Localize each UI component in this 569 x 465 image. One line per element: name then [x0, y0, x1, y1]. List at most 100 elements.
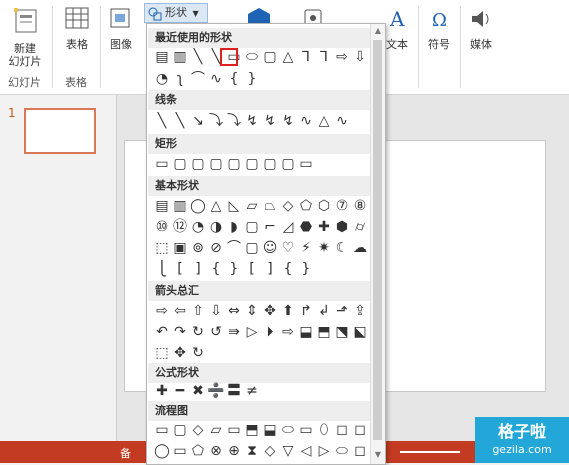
- shape-option[interactable]: ⅂: [315, 48, 333, 66]
- shape-option[interactable]: ♡: [279, 239, 297, 257]
- shape-option[interactable]: ⤵: [225, 112, 243, 130]
- shape-option[interactable]: ⑫: [171, 218, 189, 236]
- image-button[interactable]: 图像: [104, 6, 138, 51]
- shape-option[interactable]: ▢: [261, 155, 279, 173]
- shape-option[interactable]: ⬕: [351, 323, 369, 341]
- shape-option[interactable]: ⬭: [333, 442, 351, 460]
- shape-option[interactable]: ⬒: [315, 323, 333, 341]
- shape-option[interactable]: ━: [171, 382, 189, 400]
- shape-option[interactable]: }: [297, 260, 315, 278]
- shape-option[interactable]: ∿: [333, 112, 351, 130]
- shape-option[interactable]: ◇: [261, 442, 279, 460]
- shape-option[interactable]: ⬔: [333, 323, 351, 341]
- shape-option[interactable]: ⌒: [225, 239, 243, 257]
- shape-option[interactable]: ◔: [153, 70, 171, 88]
- shape-option[interactable]: ◯: [189, 197, 207, 215]
- shape-option[interactable]: ⬆: [279, 302, 297, 320]
- shape-option[interactable]: ⊗: [207, 442, 225, 460]
- shape-option[interactable]: ⬚: [153, 344, 171, 362]
- shape-option[interactable]: △: [207, 197, 225, 215]
- shape-option[interactable]: ◻: [351, 421, 369, 439]
- scroll-up-arrow[interactable]: ▲: [373, 26, 383, 36]
- shape-option[interactable]: ▭: [297, 421, 315, 439]
- shape-option[interactable]: ↻: [189, 344, 207, 362]
- shape-option[interactable]: ▭: [153, 155, 171, 173]
- shape-option[interactable]: ➗: [207, 382, 225, 400]
- shape-option[interactable]: ⏢: [261, 197, 279, 215]
- shape-option[interactable]: ⇨: [333, 48, 351, 66]
- shape-option[interactable]: ▢: [189, 155, 207, 173]
- shape-option[interactable]: ⬓: [261, 421, 279, 439]
- shape-option[interactable]: ☾: [333, 239, 351, 257]
- shape-option[interactable]: ▽: [279, 442, 297, 460]
- shape-option[interactable]: ⊕: [225, 442, 243, 460]
- shape-option[interactable]: ∿: [207, 70, 225, 88]
- shape-option[interactable]: }: [243, 70, 261, 88]
- shape-option[interactable]: ▢: [207, 155, 225, 173]
- notes-button[interactable]: 备: [120, 445, 131, 461]
- shape-option[interactable]: ⌭: [351, 218, 369, 236]
- shape-option[interactable]: ⊘: [207, 239, 225, 257]
- shape-option[interactable]: ☁: [351, 239, 369, 257]
- shape-option[interactable]: △: [315, 112, 333, 130]
- shape-option[interactable]: ⇛: [225, 323, 243, 341]
- shapes-button[interactable]: 形状 ▼: [144, 3, 208, 23]
- shape-option[interactable]: ▱: [243, 197, 261, 215]
- shape-option[interactable]: [: [243, 260, 261, 278]
- shape-option[interactable]: ☺: [261, 239, 279, 257]
- shape-option[interactable]: ▤: [153, 197, 171, 215]
- shape-option[interactable]: ⬒: [243, 421, 261, 439]
- shape-option[interactable]: ⏵: [261, 323, 279, 341]
- shape-option[interactable]: ╲: [171, 112, 189, 130]
- shape-option[interactable]: ▢: [279, 155, 297, 173]
- shape-option[interactable]: ⬚: [153, 239, 171, 257]
- shape-option[interactable]: ▢: [171, 421, 189, 439]
- shape-option[interactable]: ◗: [225, 218, 243, 236]
- shape-option[interactable]: ⬢: [333, 218, 351, 236]
- shape-option[interactable]: ▢: [243, 239, 261, 257]
- shape-option[interactable]: ⅂: [297, 48, 315, 66]
- shape-option[interactable]: ⇦: [171, 302, 189, 320]
- shape-option[interactable]: ╲: [153, 112, 171, 130]
- shape-option[interactable]: ]: [189, 260, 207, 278]
- shape-option[interactable]: ⌐: [261, 218, 279, 236]
- shape-option[interactable]: ◔: [189, 218, 207, 236]
- shape-option[interactable]: ⑧: [351, 197, 369, 215]
- shape-option[interactable]: ▢: [243, 218, 261, 236]
- shape-option[interactable]: ✷: [315, 239, 333, 257]
- shape-option[interactable]: ⇩: [351, 48, 369, 66]
- shape-option[interactable]: ⑩: [153, 218, 171, 236]
- shape-option[interactable]: ]: [261, 260, 279, 278]
- shape-option[interactable]: ◁: [297, 442, 315, 460]
- shape-option[interactable]: ⑦: [333, 197, 351, 215]
- shape-option[interactable]: ▷: [315, 442, 333, 460]
- shape-option[interactable]: ▢: [225, 155, 243, 173]
- shape-option[interactable]: ⚡: [297, 239, 315, 257]
- shape-option[interactable]: ◺: [225, 197, 243, 215]
- shape-option[interactable]: ✚: [315, 218, 333, 236]
- shape-option[interactable]: ⬏: [333, 302, 351, 320]
- shape-option[interactable]: ⬓: [297, 323, 315, 341]
- shape-option[interactable]: ↱: [297, 302, 315, 320]
- shape-option[interactable]: ▢: [171, 155, 189, 173]
- shape-option[interactable]: ↷: [171, 323, 189, 341]
- shape-option[interactable]: ╲: [189, 48, 207, 66]
- shape-option[interactable]: ⬣: [297, 218, 315, 236]
- shape-option[interactable]: ⇩: [207, 302, 225, 320]
- shape-option[interactable]: ▭: [171, 442, 189, 460]
- shape-option[interactable]: ▥: [171, 197, 189, 215]
- shape-option[interactable]: ▢: [243, 155, 261, 173]
- shape-option[interactable]: ⬭: [279, 421, 297, 439]
- shape-option[interactable]: ⌒: [189, 70, 207, 88]
- zoom-slider[interactable]: [400, 451, 460, 453]
- shape-option[interactable]: ◑: [207, 218, 225, 236]
- table-button[interactable]: 表格: [60, 6, 94, 51]
- shape-option[interactable]: }: [225, 260, 243, 278]
- shape-option[interactable]: {: [207, 260, 225, 278]
- shape-option[interactable]: ⇨: [153, 302, 171, 320]
- shape-option[interactable]: ◯: [153, 442, 171, 460]
- shape-option[interactable]: ↯: [279, 112, 297, 130]
- shape-option[interactable]: [: [171, 260, 189, 278]
- shape-option[interactable]: ▢: [261, 48, 279, 66]
- shape-option[interactable]: ⬠: [189, 442, 207, 460]
